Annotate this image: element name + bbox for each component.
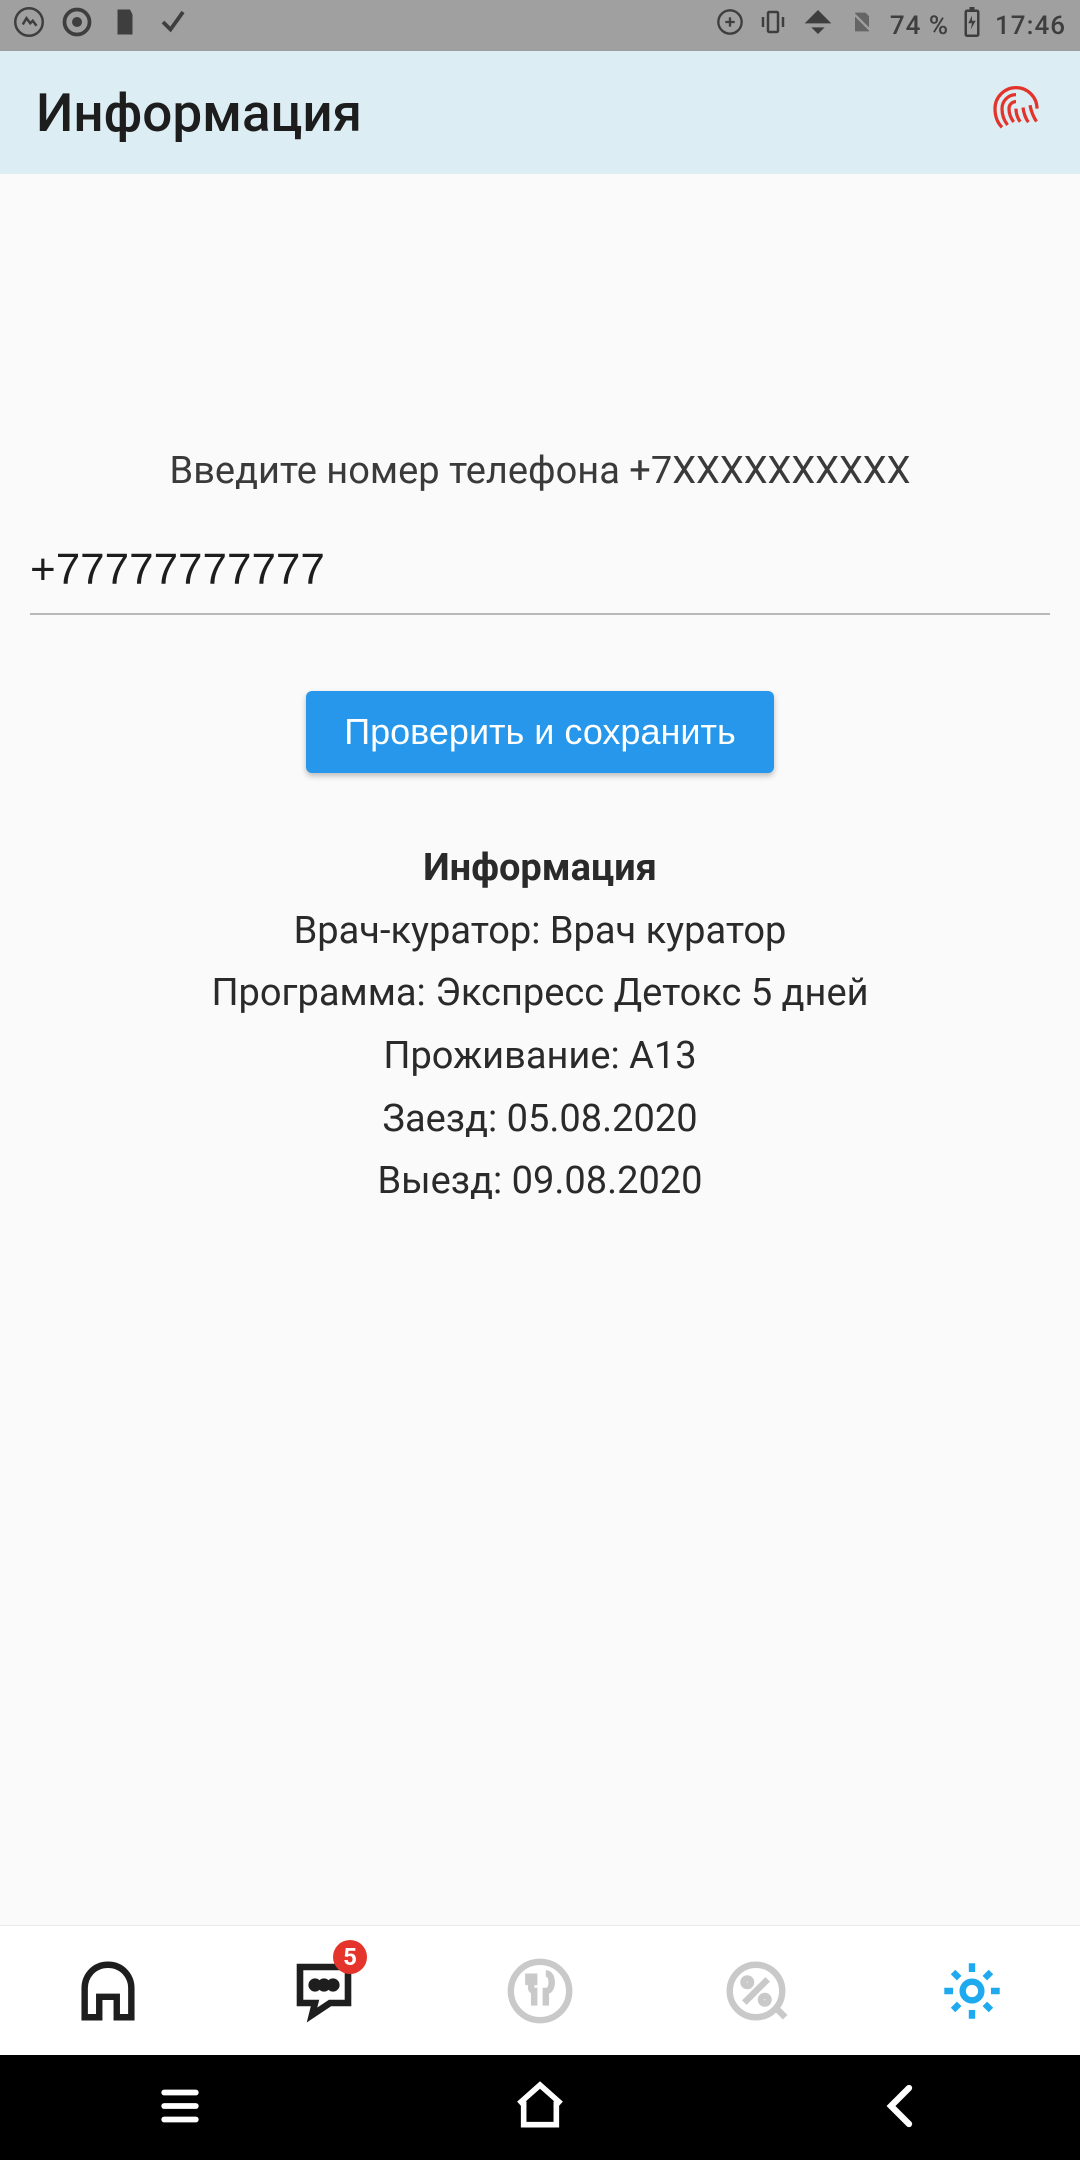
content: Введите номер телефона +7XXXXXXXXXX Пров… — [0, 174, 1080, 1213]
info-checkout: Выезд: 09.08.2020 — [30, 1150, 1050, 1213]
phone-prompt: Введите номер телефона +7XXXXXXXXXX — [30, 449, 1050, 493]
sys-home-button[interactable] — [512, 2078, 568, 2138]
phone-input[interactable] — [30, 533, 1050, 615]
info-block: Информация Врач-куратор: Врач куратор Пр… — [30, 837, 1050, 1213]
verify-save-button[interactable]: Проверить и сохранить — [306, 691, 773, 773]
system-nav-bar — [0, 2055, 1080, 2160]
no-sim-icon — [848, 8, 876, 43]
tab-meals[interactable] — [495, 1946, 585, 2036]
clock: 17:46 — [995, 11, 1066, 41]
info-accommodation: Проживание: A13 — [30, 1025, 1050, 1088]
notification-icon — [62, 7, 92, 44]
notification-icon — [110, 7, 140, 44]
wifi-icon — [802, 6, 834, 45]
battery-charging-icon — [963, 7, 981, 44]
page-title: Информация — [36, 82, 362, 144]
status-bar: 74 % 17:46 — [0, 0, 1080, 51]
fingerprint-icon[interactable] — [988, 83, 1044, 143]
info-heading: Информация — [30, 837, 1050, 900]
bottom-tab-bar: 5 — [0, 1925, 1080, 2055]
tab-settings[interactable] — [927, 1946, 1017, 2036]
notification-icon — [14, 7, 44, 44]
tab-promo[interactable] — [711, 1946, 801, 2036]
app-bar: Информация — [0, 51, 1080, 174]
data-saver-icon — [716, 8, 744, 43]
info-checkin: Заезд: 05.08.2020 — [30, 1088, 1050, 1151]
tab-chat[interactable]: 5 — [279, 1946, 369, 2036]
vibrate-icon — [758, 7, 788, 44]
battery-percent: 74 % — [890, 11, 949, 41]
tab-home[interactable] — [63, 1946, 153, 2036]
sys-back-button[interactable] — [873, 2079, 927, 2137]
notification-icon — [158, 7, 188, 44]
info-doctor: Врач-куратор: Врач куратор — [30, 900, 1050, 963]
sys-recent-button[interactable] — [153, 2079, 207, 2137]
info-program: Программа: Экспресс Детокс 5 дней — [30, 962, 1050, 1025]
chat-badge: 5 — [333, 1940, 367, 1974]
